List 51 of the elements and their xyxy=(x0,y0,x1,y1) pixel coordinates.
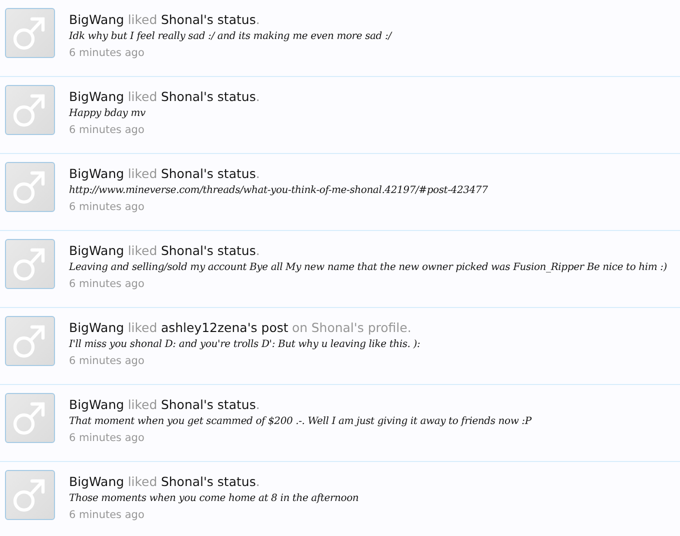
header-text: liked xyxy=(128,88,158,105)
header-text: . xyxy=(256,88,260,105)
avatar[interactable] xyxy=(5,393,55,443)
timestamp: 6 minutes ago xyxy=(69,278,146,290)
header-text: liked xyxy=(128,473,158,490)
header-link[interactable]: BigWang xyxy=(69,88,124,105)
header-link[interactable]: Shonal's status xyxy=(160,11,256,28)
header-text: liked xyxy=(128,396,158,413)
header-link[interactable]: Shonal's status xyxy=(160,473,256,490)
timestamp: 6 minutes ago xyxy=(69,47,146,59)
header-link[interactable]: BigWang xyxy=(69,396,124,413)
timestamp: 6 minutes ago xyxy=(69,124,146,136)
status-snippet: That moment when you get scammed of $200 .-. Well I am just giving it away to friends now :P xyxy=(69,416,532,427)
avatar[interactable] xyxy=(5,8,55,58)
header-text: . xyxy=(256,473,260,490)
header-text: . xyxy=(256,11,260,28)
header-text: . xyxy=(256,165,260,182)
header-link[interactable]: Shonal's status xyxy=(160,88,256,105)
header-link[interactable]: Shonal's status xyxy=(160,396,256,413)
timestamp: 6 minutes ago xyxy=(69,355,146,367)
avatar[interactable] xyxy=(5,470,55,520)
status-snippet: http://www.mineverse.com/threads/what-you-think-of-me-shonal.42197/#post-423477 xyxy=(69,185,488,196)
header-text: . xyxy=(256,242,260,259)
header-text: . xyxy=(256,396,260,413)
header-text: on xyxy=(292,319,308,336)
avatar[interactable] xyxy=(5,316,55,366)
status-snippet: Those moments when you come home at 8 in the afternoon xyxy=(69,493,359,504)
header-link[interactable]: BigWang xyxy=(69,473,124,490)
status-snippet: Happy bday mv xyxy=(69,108,146,119)
timestamp: 6 minutes ago xyxy=(69,432,146,444)
status-snippet: Idk why but I feel really sad :/ and its making me even more sad :/ xyxy=(69,31,392,42)
header-link[interactable]: BigWang xyxy=(69,11,124,28)
avatar[interactable] xyxy=(5,162,55,212)
timestamp: 6 minutes ago xyxy=(69,201,146,213)
header-text: liked xyxy=(128,11,158,28)
header-text: liked xyxy=(128,242,158,259)
header-text: liked xyxy=(128,319,158,336)
avatar[interactable] xyxy=(5,85,55,135)
header-text: liked xyxy=(128,165,158,182)
status-snippet: I'll miss you shonal D: and you're trolls D': But why u leaving like this. ): xyxy=(69,339,420,350)
timestamp: 6 minutes ago xyxy=(69,509,146,521)
status-snippet: Leaving and selling/sold my account Bye all My new name that the new owner picked was Fusion_Ripper Be nice to him :) xyxy=(69,262,668,273)
header-text: Shonal's profile xyxy=(311,319,408,336)
header-link[interactable]: Shonal's status xyxy=(160,242,256,259)
avatar[interactable] xyxy=(5,239,55,289)
header-link[interactable]: BigWang xyxy=(69,242,124,259)
header-link[interactable]: BigWang xyxy=(69,319,124,336)
header-text: . xyxy=(407,319,412,336)
header-link[interactable]: ashley12zena's post xyxy=(160,319,288,336)
header-link[interactable]: Shonal's status xyxy=(160,165,256,182)
header-link[interactable]: BigWang xyxy=(69,165,124,182)
